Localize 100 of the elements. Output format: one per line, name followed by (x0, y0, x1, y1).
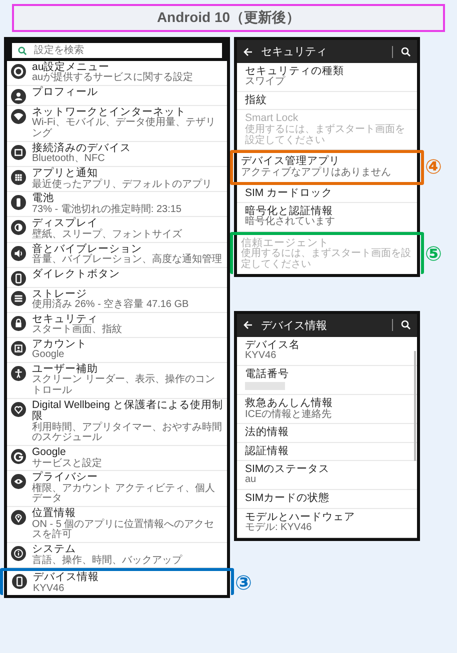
settings-item[interactable]: 音とバイブレーション 音量、バイブレーション、高度な通知管理 (7, 242, 227, 268)
item-subtitle: 暗号化されています (245, 217, 335, 228)
settings-item[interactable]: セキュリティの種類 スワイプ (237, 63, 417, 92)
settings-item[interactable]: 指紋 (237, 92, 417, 110)
item-subtitle: Wi-Fi、モバイル、データ使用量、テザリング (32, 118, 216, 140)
search-icon[interactable] (401, 46, 411, 56)
settings-item[interactable]: Digital Wellbeing と保護者による使用制限 利用時間、アプリタイマー、おやすみ時間のスケジュール (7, 398, 227, 446)
battery-icon (11, 195, 26, 210)
settings-item[interactable]: 電池 73% - 電池切れの推定時間: 23:15 (7, 192, 227, 218)
item-title: デバイス情報 (33, 572, 99, 584)
back-icon[interactable] (243, 320, 253, 330)
settings-item[interactable]: SIM カードロック (237, 184, 417, 203)
item-title: プロフィール (32, 87, 98, 98)
item-subtitle: サービスと設定 (32, 458, 102, 470)
item-subtitle: モデル: KYV46 (245, 522, 313, 534)
grid-icon (11, 170, 26, 186)
item-subtitle: スタート画面、指紋 (32, 325, 122, 336)
storage-icon (11, 290, 26, 306)
step-number: ⑤ (425, 242, 442, 267)
lock-icon (11, 316, 26, 331)
item-subtitle: 最近使ったアプリ、デフォルトのアプリ (32, 180, 212, 190)
settings-item[interactable]: プライバシー 権限、アカウント アクティビティ、個人データ (7, 471, 227, 508)
settings-item[interactable]: アカウント Google (7, 338, 227, 364)
settings-item[interactable]: システム 言語、操作、時間、バックアップ (7, 543, 227, 568)
item-title: ダイレクトボタン (32, 268, 120, 280)
settings-item[interactable]: アプリと通知 最近使ったアプリ、デフォルトのアプリ (7, 167, 227, 192)
ring-icon (11, 449, 26, 464)
item-subtitle: ON - 5 個のアプリに位置情報へのアクセスを許可 (32, 520, 216, 542)
info-icon (11, 546, 26, 562)
item-subtitle: 壁紙、スリープ、フォントサイズ (32, 230, 182, 241)
item-title: 電話番号 (245, 369, 289, 380)
item-subtitle: アクティブなアプリはありません (241, 168, 391, 178)
settings-item[interactable]: ディスプレイ 壁紙、スリープ、フォントサイズ (7, 217, 227, 243)
settings-item[interactable]: プロフィール (7, 86, 227, 106)
settings-item[interactable]: ストレージ 使用済み 26% - 空き容量 47.16 GB (7, 288, 227, 313)
item-subtitle: 言語、操作、時間、バックアップ (32, 556, 182, 566)
settings-item[interactable]: SIMのステータス au (237, 461, 417, 490)
settings-item[interactable]: 接続済みのデバイス Bluetooth、NFC (7, 142, 227, 168)
item-title: デバイス管理アプリ (241, 156, 341, 168)
item-subtitle: 73% - 電池切れの推定時間: 23:15 (32, 204, 182, 216)
settings-item[interactable]: 暗号化と認証情報 暗号化されています (237, 202, 417, 232)
item-title: 接続済みのデバイス (32, 143, 131, 154)
speaker-icon (11, 246, 26, 261)
item-title: 位置情報 (32, 508, 77, 520)
item-title: アカウント (32, 338, 87, 350)
settings-item[interactable]: Google サービスと設定 (7, 446, 227, 472)
item-title: SIM カードロック (245, 188, 333, 199)
item-subtitle: スワイプ (245, 77, 286, 88)
item-subtitle: KYV46 (245, 351, 278, 362)
person-icon (11, 89, 26, 104)
pin-icon (11, 510, 26, 526)
item-title: プライバシー (32, 472, 99, 484)
gear-icon (11, 64, 26, 79)
item-title: 法的情報 (245, 427, 289, 439)
item-title: 指紋 (245, 95, 267, 106)
wifi-icon (11, 109, 26, 124)
item-subtitle: 権限、アカウント アクティビティ、個人データ (32, 484, 216, 506)
search-icon (18, 46, 27, 55)
step-number: ④ (425, 156, 442, 180)
item-title: 電池 (32, 193, 55, 205)
item-title: デバイス名 (245, 340, 300, 351)
item-title: システム (32, 544, 76, 556)
item-title: アプリと通知 (32, 168, 98, 180)
settings-item[interactable]: ネットワークとインターネット Wi-Fi、モバイル、データ使用量、テザリング (7, 106, 227, 142)
item-subtitle: auが提供するサービスに関する設定 (32, 73, 194, 84)
search-field[interactable]: 設定を検索 (12, 43, 222, 58)
item-subtitle: Google (32, 350, 66, 362)
search-icon[interactable] (401, 320, 411, 330)
item-subtitle: Bluetooth、NFC (32, 154, 106, 166)
item-subtitle: 使用するには、まずスタート画面を設定してください (241, 249, 412, 271)
phone-icon (12, 574, 27, 590)
eye-icon (11, 474, 26, 490)
item-title: モデルとハードウェア (245, 512, 355, 523)
item-title: ストレージ (32, 288, 88, 300)
settings-item[interactable]: au設定メニュー auが提供するサービスに関する設定 (7, 61, 227, 86)
step-number: ③ (235, 572, 252, 596)
back-icon[interactable] (243, 46, 253, 56)
item-subtitle: スクリーン リーダー、表示、操作のコントロール (32, 375, 216, 397)
item-title: ユーザー補助 (32, 364, 99, 376)
item-title: 音とバイブレーション (32, 244, 143, 255)
item-title: Smart Lock (245, 113, 300, 124)
item-title: au設定メニュー (32, 62, 111, 73)
settings-item[interactable]: セキュリティ スタート画面、指紋 (7, 312, 227, 338)
item-title: 信頼エージェント (241, 238, 329, 249)
item-title: ディスプレイ (32, 218, 98, 230)
settings-item[interactable]: モデルとハードウェア モデル: KYV46 (237, 508, 417, 538)
settings-item[interactable]: ユーザー補助 スクリーン リーダー、表示、操作のコントロール (7, 363, 227, 399)
item-subtitle: 使用済み 26% - 空き容量 47.16 GB (32, 300, 189, 311)
settings-item[interactable]: SIMカードの状態 (237, 490, 417, 509)
item-title: SIMカードの状態 (245, 493, 330, 505)
settings-item[interactable]: 位置情報 ON - 5 個のアプリに位置情報へのアクセスを許可 (7, 507, 227, 544)
page-title: Android 10（更新後） (12, 4, 445, 32)
display-icon (11, 220, 26, 236)
account-icon (11, 340, 26, 356)
item-title: セキュリティ (32, 314, 99, 325)
item-title: 暗号化と認証情報 (245, 206, 333, 217)
item-title: Digital Wellbeing と保護者による使用制限 (32, 400, 223, 422)
accessibility-icon (11, 366, 26, 382)
settings-item[interactable]: ダイレクトボタン (7, 268, 227, 288)
item-subtitle: au (245, 475, 258, 486)
